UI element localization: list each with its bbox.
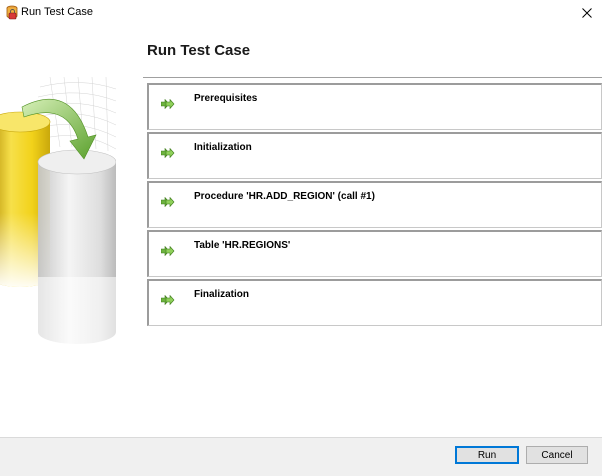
button-bar: Run Cancel bbox=[0, 437, 602, 476]
step-label: Procedure 'HR.ADD_REGION' (call #1) bbox=[194, 191, 375, 202]
steps-panel: Prerequisites Initialization Procedure '… bbox=[143, 77, 602, 437]
step-table[interactable]: Table 'HR.REGIONS' bbox=[147, 230, 602, 277]
step-procedure[interactable]: Procedure 'HR.ADD_REGION' (call #1) bbox=[147, 181, 602, 228]
page-title: Run Test Case bbox=[147, 42, 251, 59]
step-label: Table 'HR.REGIONS' bbox=[194, 240, 291, 251]
double-arrow-icon bbox=[161, 246, 175, 256]
double-arrow-icon bbox=[161, 99, 175, 109]
close-button[interactable] bbox=[572, 0, 602, 26]
title-bar: Run Test Case bbox=[0, 0, 602, 26]
window-title: Run Test Case bbox=[21, 6, 93, 18]
cancel-button[interactable]: Cancel bbox=[526, 446, 588, 464]
close-icon bbox=[582, 8, 592, 18]
step-finalization[interactable]: Finalization bbox=[147, 279, 602, 326]
step-initialization[interactable]: Initialization bbox=[147, 132, 602, 179]
run-button[interactable]: Run bbox=[455, 446, 519, 464]
step-label: Finalization bbox=[194, 289, 249, 300]
step-label: Prerequisites bbox=[194, 93, 258, 104]
step-label: Initialization bbox=[194, 142, 252, 153]
double-arrow-icon bbox=[161, 197, 175, 207]
step-prerequisites[interactable]: Prerequisites bbox=[147, 83, 602, 130]
double-arrow-icon bbox=[161, 148, 175, 158]
double-arrow-icon bbox=[161, 295, 175, 305]
cylinders-copy-illustration bbox=[0, 77, 116, 352]
database-lock-icon bbox=[6, 5, 18, 20]
